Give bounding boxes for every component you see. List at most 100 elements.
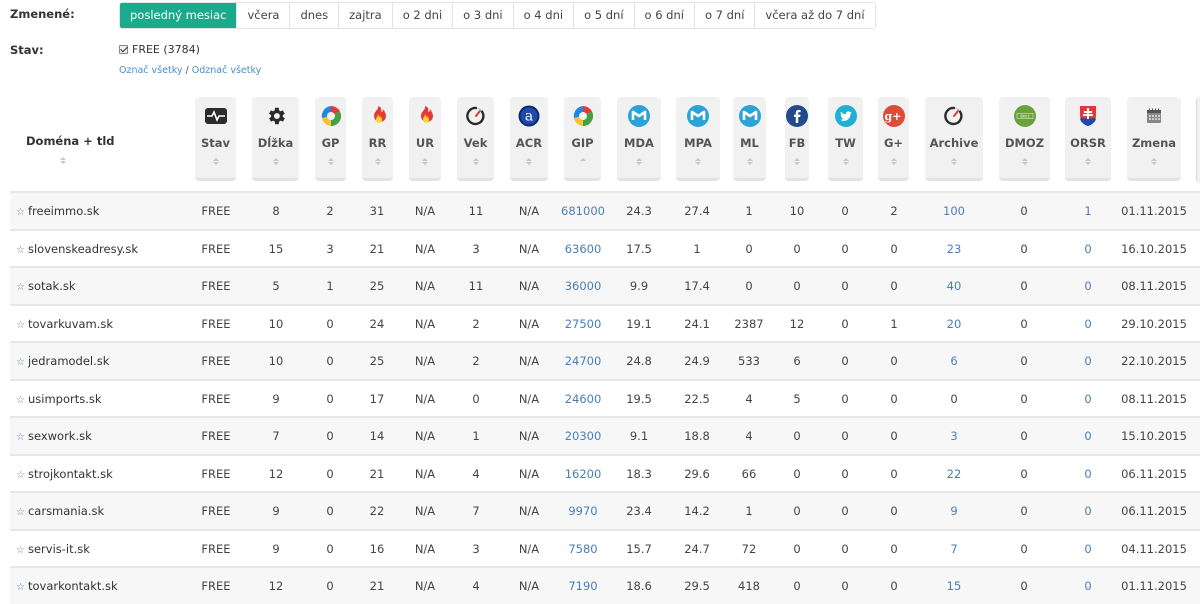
moz-icon <box>733 103 766 129</box>
domain-name[interactable]: tovarkontakt.sk <box>28 579 118 593</box>
sort-icon[interactable] <box>1021 158 1028 165</box>
domain-cell[interactable]: ☆ sotak.sk <box>16 268 76 304</box>
period-yesterday-to-7-days-button[interactable]: včera až do 7 dní <box>754 3 875 28</box>
period-last-month-button[interactable]: posledný mesiac <box>120 3 237 28</box>
cell-archive[interactable]: 23 <box>914 231 994 267</box>
domain-name[interactable]: sotak.sk <box>28 279 76 293</box>
cell-archive[interactable]: 15 <box>914 568 994 604</box>
domain-cell[interactable]: ☆ jedramodel.sk <box>16 343 109 379</box>
sort-icon[interactable] <box>951 158 957 165</box>
star-icon[interactable]: ☆ <box>16 395 25 406</box>
cell-archive[interactable]: 7 <box>914 531 994 567</box>
domain-cell[interactable]: ☆ sexwork.sk <box>16 418 92 454</box>
sort-icon[interactable] <box>422 158 428 165</box>
star-icon[interactable]: ☆ <box>16 245 25 256</box>
column-header-rr[interactable]: RR <box>362 97 393 181</box>
domain-name[interactable]: jedramodel.sk <box>28 354 109 368</box>
column-header-zmena[interactable]: Zmena <box>1127 97 1181 181</box>
star-icon[interactable]: ☆ <box>16 357 25 368</box>
period-tomorrow-button[interactable]: zajtra <box>338 3 392 28</box>
column-header-dmoz[interactable]: dmoz DMOZ <box>999 97 1050 181</box>
column-header-mpa[interactable]: MPA <box>676 97 720 181</box>
star-icon[interactable]: ☆ <box>16 282 25 293</box>
column-header-acr[interactable]: a ACR <box>510 97 548 181</box>
domain-name[interactable]: sexwork.sk <box>28 429 92 443</box>
cell-archive[interactable]: 20 <box>914 306 994 342</box>
column-header-fb[interactable]: FB <box>785 97 809 181</box>
column-header-ur[interactable]: UR <box>409 97 441 181</box>
column-header-domain[interactable]: Doména + tld <box>26 134 115 148</box>
star-icon[interactable]: ☆ <box>16 207 25 218</box>
domain-cell[interactable]: ☆ strojkontakt.sk <box>16 456 113 492</box>
period-yesterday-button[interactable]: včera <box>236 3 290 28</box>
domain-name[interactable]: slovenskeadresy.sk <box>28 242 138 256</box>
sort-icon[interactable] <box>272 158 279 165</box>
star-icon[interactable]: ☆ <box>16 432 25 443</box>
star-icon[interactable]: ☆ <box>16 320 25 331</box>
column-header-dlzka[interactable]: Dĺžka <box>252 97 299 181</box>
column-header-gp[interactable]: GP <box>315 97 346 181</box>
period-in-2-days-button[interactable]: o 2 dni <box>391 3 453 28</box>
column-header-stav[interactable]: Stav <box>195 97 236 181</box>
deselect-all-link[interactable]: Odznač všetky <box>192 65 262 76</box>
sort-icon[interactable] <box>212 158 219 165</box>
column-header-gip[interactable]: GIP <box>564 97 601 181</box>
column-header-label: Zmena <box>1131 136 1177 150</box>
domain-cell[interactable]: ☆ carsmania.sk <box>16 493 104 529</box>
period-in-4-days-button[interactable]: o 4 dni <box>512 3 574 28</box>
extra-column-header[interactable] <box>1196 97 1200 183</box>
select-all-link[interactable]: Označ všetky <box>119 65 182 76</box>
status-free-option[interactable]: FREE (3784) <box>119 43 200 56</box>
status-free-checkbox[interactable] <box>119 45 128 54</box>
domain-name[interactable]: freeimmo.sk <box>28 204 99 218</box>
column-header-vek[interactable]: Vek <box>457 97 494 181</box>
period-in-7-days-button[interactable]: o 7 dní <box>693 3 755 28</box>
column-header-gplus[interactable]: g+ G+ <box>878 97 909 181</box>
sort-icon[interactable] <box>890 158 897 165</box>
cell-archive[interactable]: 3 <box>914 418 994 454</box>
domain-cell[interactable]: ☆ servis-it.sk <box>16 531 90 567</box>
sort-icon[interactable] <box>60 157 66 164</box>
cell-archive[interactable]: 6 <box>914 343 994 379</box>
period-in-6-days-button[interactable]: o 6 dní <box>633 3 694 28</box>
domain-cell[interactable]: ☆ tovarkontakt.sk <box>16 568 118 604</box>
sort-icon[interactable] <box>1151 158 1157 165</box>
column-header-archive[interactable]: Archive <box>925 97 983 181</box>
star-icon[interactable]: ☆ <box>16 545 25 556</box>
sort-icon[interactable] <box>695 158 701 165</box>
alexa-icon: a <box>510 103 548 129</box>
sort-ascending-icon[interactable] <box>579 158 586 165</box>
domain-name[interactable]: carsmania.sk <box>28 504 104 518</box>
sort-icon[interactable] <box>472 158 479 165</box>
sort-icon[interactable] <box>1085 158 1091 165</box>
column-header-orsr[interactable]: ORSR <box>1065 97 1111 181</box>
domain-cell[interactable]: ☆ slovenskeadresy.sk <box>16 231 138 267</box>
sort-icon[interactable] <box>746 158 753 165</box>
domain-name[interactable]: tovarkuvam.sk <box>28 317 113 331</box>
sort-icon[interactable] <box>374 158 381 165</box>
period-today-button[interactable]: dnes <box>289 3 339 28</box>
sort-icon[interactable] <box>842 158 849 165</box>
cell-archive[interactable]: 22 <box>914 456 994 492</box>
period-in-3-days-button[interactable]: o 3 dni <box>452 3 513 28</box>
domain-cell[interactable]: ☆ usimports.sk <box>16 381 102 417</box>
cell-archive[interactable]: 40 <box>914 268 994 304</box>
domain-name[interactable]: servis-it.sk <box>28 542 90 556</box>
domain-name[interactable]: strojkontakt.sk <box>28 467 113 481</box>
column-header-ml[interactable]: ML <box>733 97 766 181</box>
sort-icon[interactable] <box>327 158 334 165</box>
period-in-5-days-button[interactable]: o 5 dní <box>573 3 634 28</box>
star-icon[interactable]: ☆ <box>16 582 25 593</box>
column-header-mda[interactable]: MDA <box>617 97 661 181</box>
column-header-tw[interactable]: TW <box>828 97 863 181</box>
cell-archive[interactable]: 100 <box>914 193 994 229</box>
domain-cell[interactable]: ☆ tovarkuvam.sk <box>16 306 113 342</box>
sort-icon[interactable] <box>526 158 532 165</box>
star-icon[interactable]: ☆ <box>16 507 25 518</box>
domain-name[interactable]: usimports.sk <box>28 392 102 406</box>
sort-icon[interactable] <box>636 158 642 165</box>
sort-icon[interactable] <box>794 158 800 165</box>
domain-cell[interactable]: ☆ freeimmo.sk <box>16 193 99 229</box>
cell-archive[interactable]: 9 <box>914 493 994 529</box>
star-icon[interactable]: ☆ <box>16 470 25 481</box>
